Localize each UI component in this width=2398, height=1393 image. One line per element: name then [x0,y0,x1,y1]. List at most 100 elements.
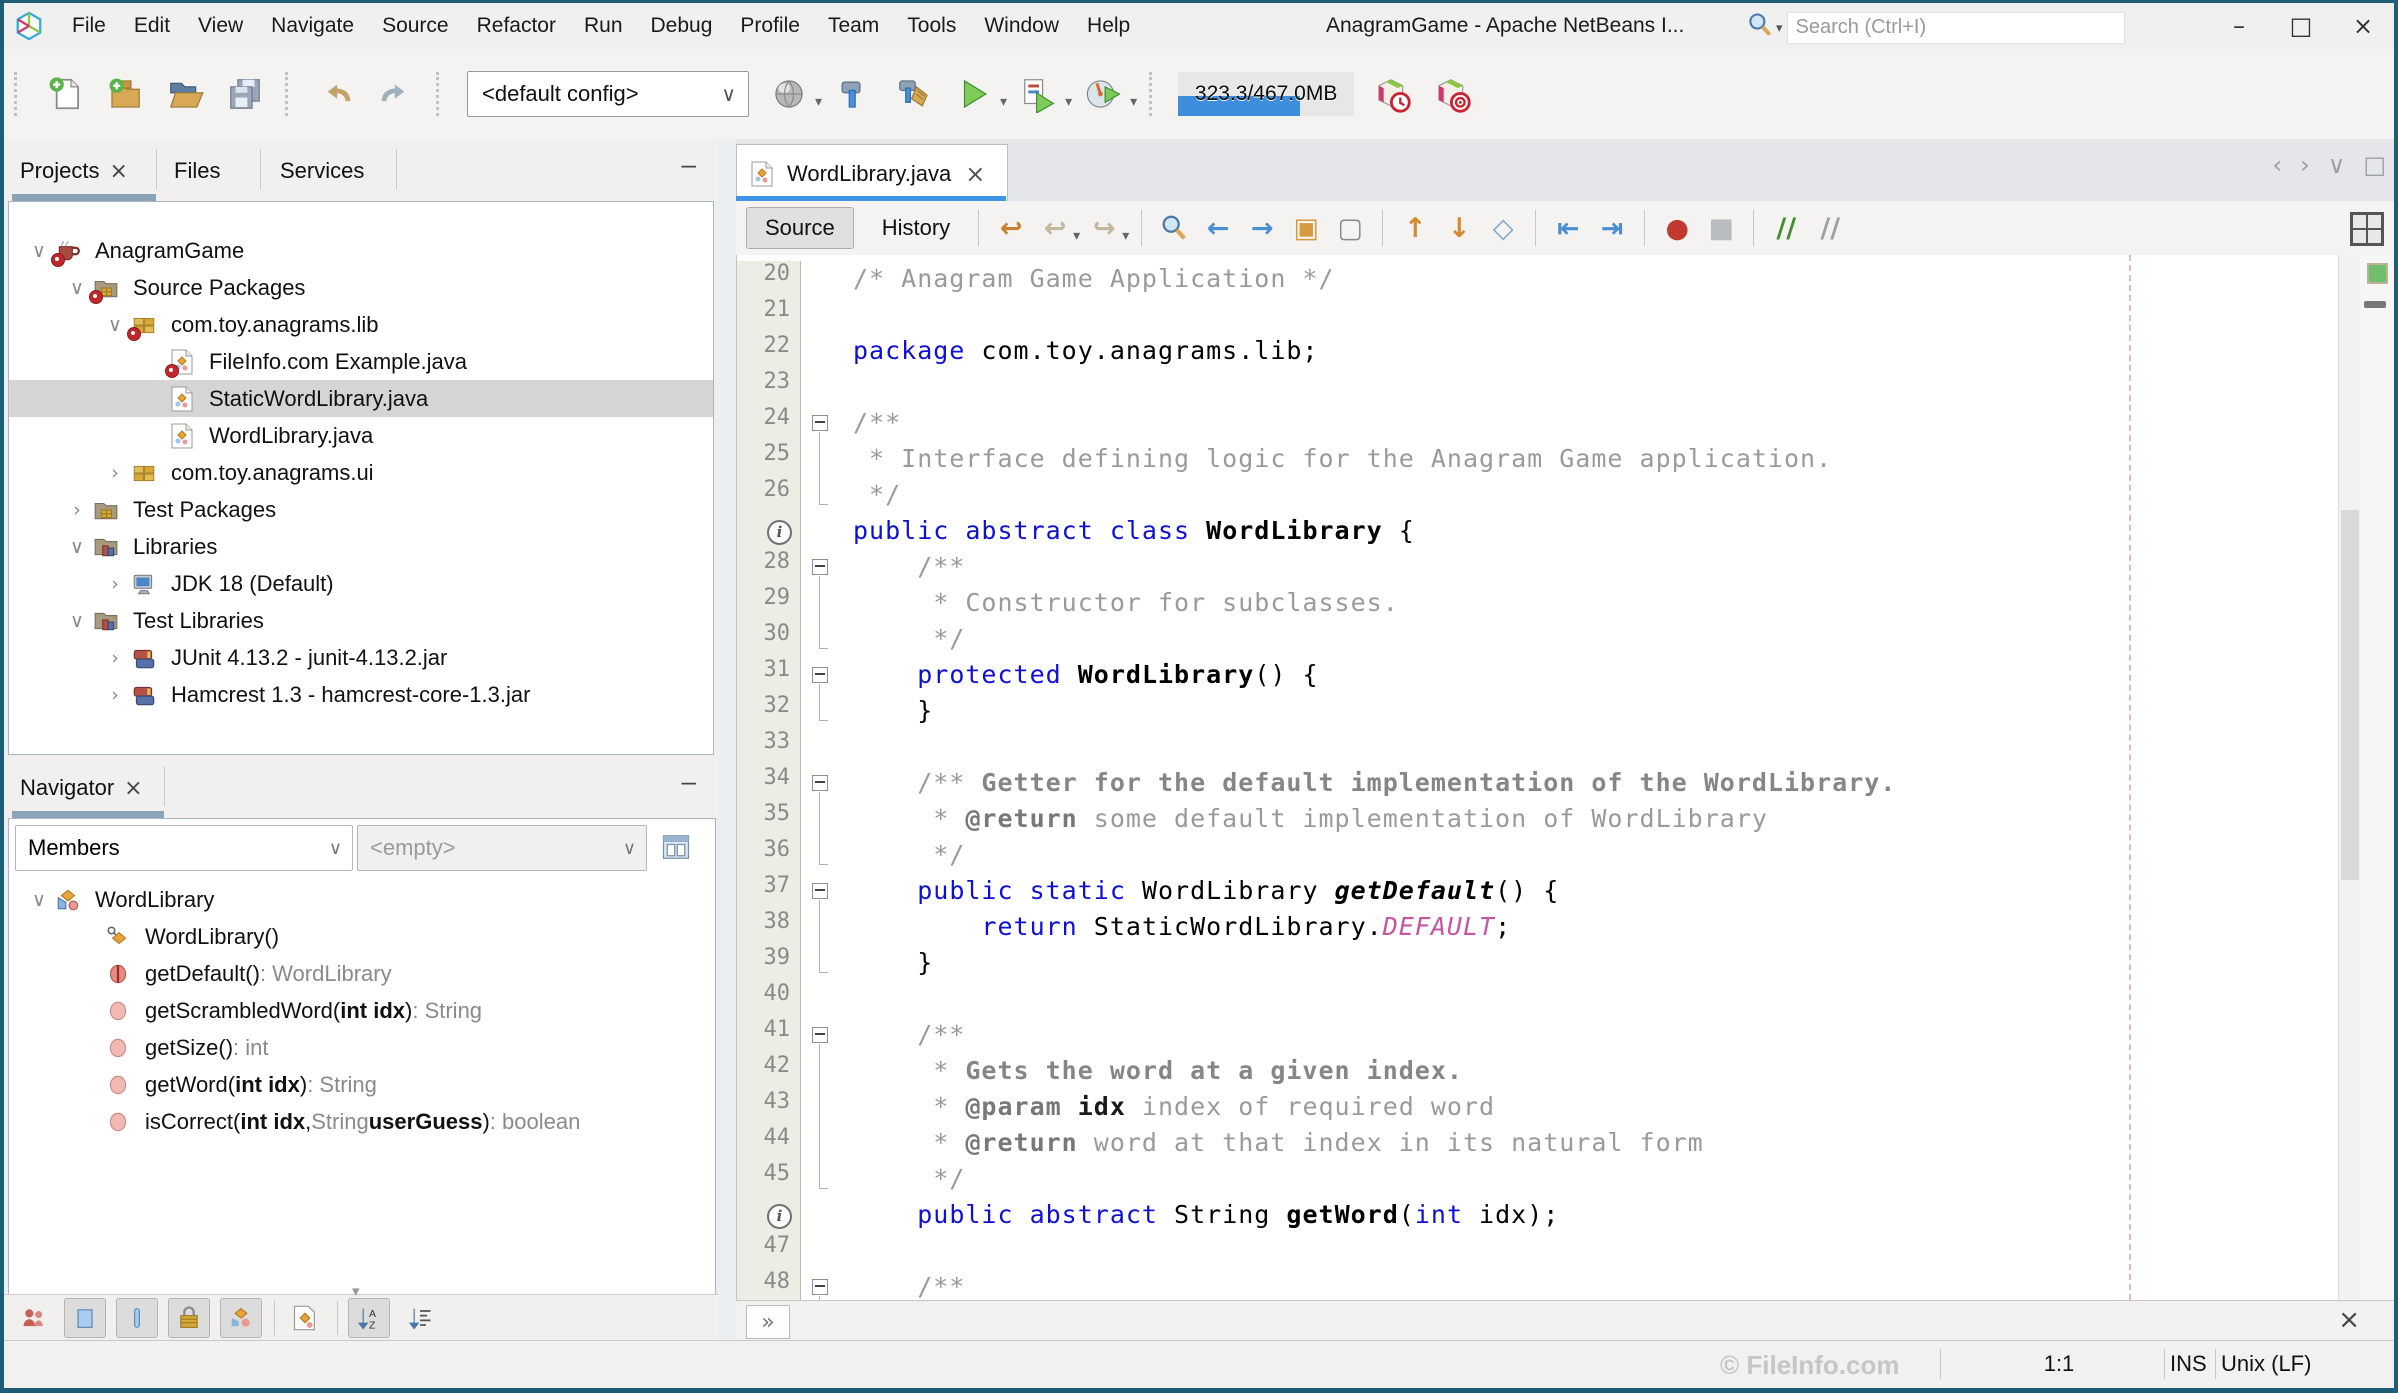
fold-gutter[interactable] [801,1161,845,1197]
member-row[interactable]: ∨WordLibrary [9,881,715,918]
close-tab-icon[interactable]: × [124,776,142,801]
fold-gutter[interactable] [801,1233,845,1269]
fold-gutter[interactable] [801,441,845,477]
dropdown-arrow-icon[interactable]: ▾ [1073,227,1080,244]
history-button[interactable]: History [864,208,968,248]
code-line[interactable]: 39 } [737,945,2338,981]
line-number[interactable]: 29 [737,585,801,621]
fold-gutter[interactable] [801,513,845,549]
source-button[interactable]: Source [746,207,854,249]
shift-line-right-icon[interactable]: ⇥ [1590,208,1634,248]
chevron-right-icon[interactable]: › [99,573,131,595]
code-text[interactable]: /** [845,1017,965,1053]
shift-line-left-icon[interactable]: ⇤ [1546,208,1590,248]
previous-bookmark-icon[interactable]: ↑ [1393,208,1437,248]
code-text[interactable]: /** [845,405,901,441]
menu-profile[interactable]: Profile [726,3,814,49]
fold-gutter[interactable] [801,945,845,981]
code-text[interactable]: /* Anagram Game Application */ [845,261,1335,297]
menu-file[interactable]: File [58,3,120,49]
tree-row[interactable]: ∨com.toy.anagrams.lib [9,306,713,343]
memory-indicator[interactable]: 323.3/467.0MB [1178,72,1354,116]
code-line[interactable]: 30 */ [737,621,2338,657]
open-in-window-button[interactable] [653,825,699,869]
line-number[interactable]: 38 [737,909,801,945]
line-number[interactable]: 44 [737,1125,801,1161]
tree-row[interactable]: ∨Source Packages [9,269,713,306]
fold-gutter[interactable] [801,801,845,837]
tree-row[interactable]: ∨AnagramGame [9,232,713,269]
profile-point-reset-button[interactable] [1430,72,1474,116]
menu-view[interactable]: View [184,3,257,49]
code-text[interactable]: * @return word at that index in its natu… [845,1125,1704,1161]
next-bookmark-icon[interactable]: ↓ [1437,208,1481,248]
rectangular-selection-icon[interactable]: ▢ [1328,208,1372,248]
editor-scrollbar[interactable] [2338,255,2361,1300]
line-number[interactable]: 31 [737,657,801,693]
tree-row[interactable]: WordLibrary.java [9,417,713,454]
fold-gutter[interactable] [801,657,845,693]
chevron-down-icon[interactable]: ∨ [61,610,93,632]
member-row[interactable]: getWord(int idx) : String [9,1066,715,1103]
line-number[interactable]: 41 [737,1017,801,1053]
toggle-highlight-icon[interactable]: ▣ [1284,208,1328,248]
code-text[interactable]: * Interface defining logic for the Anagr… [845,441,1832,477]
dropdown-arrow-icon[interactable]: ▾ [1130,93,1137,110]
fold-gutter[interactable] [801,873,845,909]
code-text[interactable]: protected WordLibrary() { [845,657,1319,693]
fold-gutter[interactable] [801,693,845,729]
code-line[interactable]: 40 [737,981,2338,1017]
toggle-bookmark-icon[interactable]: ◇ [1481,208,1525,248]
search-scope-dropdown-icon[interactable]: ▾ [1776,20,1783,36]
code-line[interactable]: 37 public static WordLibrary getDefault(… [737,873,2338,909]
ide-update-button[interactable] [767,72,811,116]
tree-row[interactable]: ›Hamcrest 1.3 - hamcrest-core-1.3.jar [9,676,713,713]
code-text[interactable]: */ [845,1161,965,1197]
line-number[interactable]: 22 [737,333,801,369]
line-number[interactable]: 45 [737,1161,801,1197]
code-text[interactable]: } [845,693,933,729]
find-previous-icon[interactable]: ← [1196,208,1240,248]
line-number[interactable]: 20 [737,261,801,297]
tree-row[interactable]: FileInfo.com Example.java [9,343,713,380]
last-edit-location-icon[interactable]: ↩ [989,208,1033,248]
code-text[interactable]: return StaticWordLibrary.DEFAULT; [845,909,1511,945]
fold-gutter[interactable] [801,765,845,801]
minimize-button[interactable]: – [2208,3,2270,49]
code-text[interactable]: public abstract class WordLibrary { [845,513,1415,549]
tree-row[interactable]: StaticWordLibrary.java [9,380,713,417]
code-line[interactable]: 32 } [737,693,2338,729]
line-number[interactable]: 25 [737,441,801,477]
chevron-right-icon[interactable]: › [61,499,93,521]
member-row[interactable]: isCorrect(int idx, String userGuess) : b… [9,1103,715,1140]
search-icon[interactable] [1746,11,1774,44]
menu-window[interactable]: Window [970,3,1073,49]
tab-list-icon[interactable]: ∨ [2328,151,2346,179]
new-project-button[interactable] [103,72,147,116]
search-input[interactable] [1787,12,2125,44]
line-number[interactable]: 43 [737,1089,801,1125]
code-line[interactable]: 28 /** [737,549,2338,585]
code-line[interactable]: 35 * @return some default implementation… [737,801,2338,837]
code-line[interactable]: ipublic abstract class WordLibrary { [737,513,2338,549]
fold-gutter[interactable] [801,369,845,405]
new-file-button[interactable] [43,72,87,116]
scroll-tabs-left-icon[interactable]: ‹ [2273,151,2283,179]
code-editor[interactable]: 20/* Anagram Game Application */2122pack… [736,255,2338,1300]
code-text[interactable]: */ [845,477,901,513]
line-number[interactable]: 35 [737,801,801,837]
code-text[interactable]: /** [845,549,965,585]
save-all-button[interactable] [223,72,267,116]
code-line[interactable]: 36 */ [737,837,2338,873]
code-line[interactable]: 31 protected WordLibrary() { [737,657,2338,693]
find-selection-icon[interactable] [1152,208,1196,248]
line-number[interactable]: 26 [737,477,801,513]
fold-gutter[interactable] [801,297,845,333]
member-row[interactable]: getScrambledWord(int idx) : String [9,992,715,1029]
code-line[interactable]: 48 /** [737,1269,2338,1300]
tab-services[interactable]: Services [280,147,364,195]
tab-wordlibrary-java[interactable]: WordLibrary.java × [736,144,1008,202]
dropdown-arrow-icon[interactable]: ▾ [1122,227,1129,244]
code-line[interactable]: 47 [737,1233,2338,1269]
code-line[interactable]: 41 /** [737,1017,2338,1053]
